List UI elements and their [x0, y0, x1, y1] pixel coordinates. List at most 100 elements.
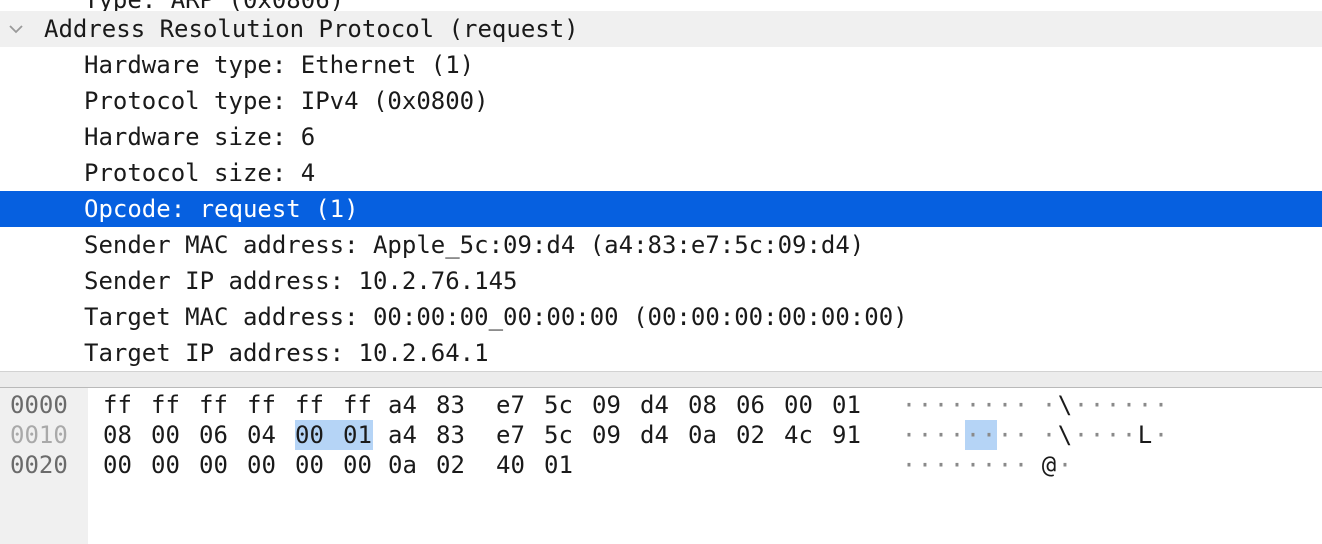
hex-byte[interactable]: ff: [199, 390, 229, 420]
ascii-char[interactable]: ·: [949, 390, 965, 420]
hex-byte[interactable]: 00: [784, 390, 814, 420]
ascii-char[interactable]: ·: [1013, 450, 1029, 480]
ascii-char[interactable]: ·: [901, 420, 917, 450]
ascii-char[interactable]: ·: [917, 420, 933, 450]
ascii-char[interactable]: \: [1057, 420, 1073, 450]
ascii-char[interactable]: ·: [997, 450, 1013, 480]
ascii-char[interactable]: ·: [1057, 450, 1073, 480]
ascii-char[interactable]: ·: [997, 420, 1013, 450]
wireshark-packet-view: Type: ARP (0x0806) Address Resolution Pr…: [0, 0, 1322, 544]
hex-byte[interactable]: 06: [199, 420, 229, 450]
packet-bytes-pane[interactable]: 0000 ff ff ff ff ff ff a4 83 e7 5c 09 d4 08 06 00 01 · · · ·…: [0, 388, 1322, 544]
hex-byte[interactable]: ff: [343, 390, 373, 420]
hex-byte[interactable]: ff: [151, 390, 181, 420]
hex-byte[interactable]: 00: [151, 420, 181, 450]
hex-byte[interactable]: 00: [295, 420, 343, 450]
tree-row-protocol-size[interactable]: Protocol size: 4: [0, 155, 1322, 191]
hex-byte[interactable]: 83: [436, 390, 466, 420]
ascii-char[interactable]: ·: [1089, 420, 1105, 450]
ascii-char[interactable]: ·: [981, 450, 997, 480]
hex-byte[interactable]: 91: [832, 420, 862, 450]
tree-row-sender-mac[interactable]: Sender MAC address: Apple_5c:09:d4 (a4:8…: [0, 227, 1322, 263]
ascii-char[interactable]: ·: [997, 390, 1013, 420]
tree-row-hardware-type[interactable]: Hardware type: Ethernet (1): [0, 47, 1322, 83]
tree-row-target-ip[interactable]: Target IP address: 10.2.64.1: [0, 335, 1322, 371]
ascii-char[interactable]: ·: [1105, 420, 1121, 450]
hex-byte[interactable]: 04: [247, 420, 277, 450]
ascii-char[interactable]: ·: [1013, 420, 1029, 450]
ascii-char[interactable]: ·: [933, 450, 949, 480]
ascii-char[interactable]: ·: [1137, 390, 1153, 420]
ascii-char[interactable]: ·: [949, 450, 965, 480]
hex-byte[interactable]: 00: [247, 450, 277, 480]
hex-byte[interactable]: 01: [832, 390, 862, 420]
ascii-char[interactable]: ·: [901, 390, 917, 420]
packet-details-pane[interactable]: Type: ARP (0x0806) Address Resolution Pr…: [0, 0, 1322, 371]
tree-row-sender-ip[interactable]: Sender IP address: 10.2.76.145: [0, 263, 1322, 299]
ascii-char[interactable]: ·: [901, 450, 917, 480]
hex-byte[interactable]: 08: [103, 420, 133, 450]
hex-byte[interactable]: 00: [295, 450, 325, 480]
ascii-char[interactable]: ·: [965, 420, 981, 450]
hex-byte[interactable]: d4: [640, 390, 670, 420]
ascii-char[interactable]: ·: [965, 390, 981, 420]
ascii-char[interactable]: ·: [1153, 390, 1169, 420]
hex-byte[interactable]: 01: [343, 420, 373, 450]
hex-byte[interactable]: 00: [151, 450, 181, 480]
hex-byte[interactable]: 09: [592, 420, 622, 450]
hex-byte[interactable]: ff: [295, 390, 325, 420]
ascii-char[interactable]: \: [1057, 390, 1073, 420]
hex-byte[interactable]: 00: [199, 450, 229, 480]
hex-byte[interactable]: d4: [640, 420, 670, 450]
tree-row-protocol-type[interactable]: Protocol type: IPv4 (0x0800): [0, 83, 1322, 119]
ascii-char[interactable]: ·: [1041, 420, 1057, 450]
ascii-char[interactable]: ·: [981, 390, 997, 420]
hex-byte[interactable]: 5c: [544, 420, 574, 450]
ascii-char[interactable]: ·: [1121, 390, 1137, 420]
ascii-char[interactable]: L: [1137, 420, 1153, 450]
hex-byte[interactable]: 00: [343, 450, 373, 480]
hex-byte[interactable]: e7: [496, 390, 526, 420]
ascii-char[interactable]: ·: [917, 390, 933, 420]
ascii-char[interactable]: ·: [1041, 390, 1057, 420]
hex-byte[interactable]: 02: [736, 420, 766, 450]
hex-byte[interactable]: 5c: [544, 390, 574, 420]
ascii-char[interactable]: ·: [917, 450, 933, 480]
ascii-char[interactable]: @: [1041, 450, 1057, 480]
hex-byte[interactable]: 00: [103, 450, 133, 480]
ascii-char[interactable]: ·: [1089, 390, 1105, 420]
hex-byte[interactable]: e7: [496, 420, 526, 450]
tree-row-label: Target MAC address: 00:00:00_00:00:00 (0…: [84, 303, 908, 331]
tree-row-target-mac[interactable]: Target MAC address: 00:00:00_00:00:00 (0…: [0, 299, 1322, 335]
chevron-down-icon[interactable]: [5, 17, 27, 41]
ascii-char[interactable]: ·: [1013, 390, 1029, 420]
ascii-char[interactable]: ·: [1153, 420, 1169, 450]
ascii-char[interactable]: ·: [1121, 420, 1137, 450]
hex-byte[interactable]: 01: [544, 450, 574, 480]
hex-byte[interactable]: ff: [247, 390, 277, 420]
ascii-char[interactable]: ·: [1105, 390, 1121, 420]
hex-byte[interactable]: 0a: [688, 420, 718, 450]
tree-section-arp[interactable]: Address Resolution Protocol (request): [0, 11, 1322, 47]
hex-byte[interactable]: a4: [388, 390, 418, 420]
ascii-char[interactable]: ·: [981, 420, 997, 450]
hex-byte[interactable]: 0a: [388, 450, 418, 480]
hex-byte[interactable]: 06: [736, 390, 766, 420]
tree-row-opcode[interactable]: Opcode: request (1): [0, 191, 1322, 227]
hex-byte[interactable]: 02: [436, 450, 466, 480]
tree-row-hardware-size[interactable]: Hardware size: 6: [0, 119, 1322, 155]
hex-byte[interactable]: 09: [592, 390, 622, 420]
hex-byte[interactable]: 83: [436, 420, 466, 450]
ascii-char[interactable]: ·: [933, 420, 949, 450]
ascii-char[interactable]: ·: [1073, 420, 1089, 450]
ascii-char[interactable]: ·: [933, 390, 949, 420]
ascii-char[interactable]: ·: [1073, 390, 1089, 420]
ascii-char[interactable]: ·: [949, 420, 965, 450]
hex-byte[interactable]: 08: [688, 390, 718, 420]
hex-byte[interactable]: 4c: [784, 420, 814, 450]
ascii-char[interactable]: ·: [965, 450, 981, 480]
pane-splitter-handle[interactable]: [0, 371, 1322, 388]
hex-byte[interactable]: ff: [103, 390, 133, 420]
hex-byte[interactable]: 40: [496, 450, 526, 480]
hex-byte[interactable]: a4: [388, 420, 418, 450]
